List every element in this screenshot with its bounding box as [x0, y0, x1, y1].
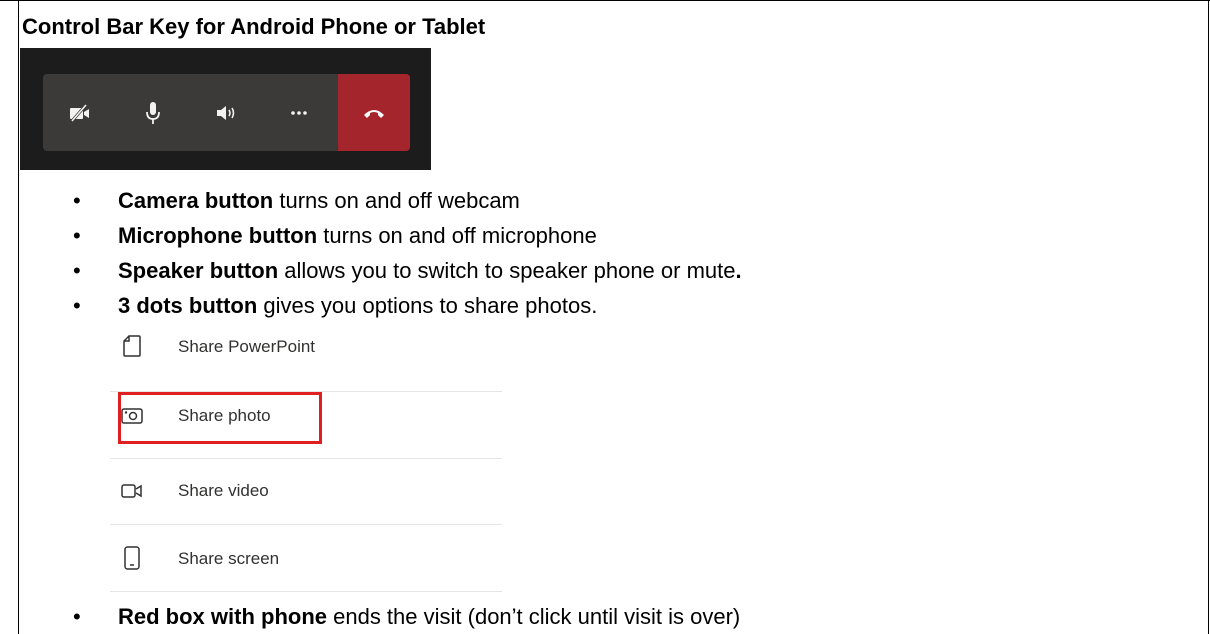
menu-item-share-screen[interactable]: Share screen [110, 527, 502, 587]
menu-divider [110, 524, 502, 525]
menu-item-share-video[interactable]: Share video [110, 461, 502, 521]
bullet-tail: . [735, 258, 742, 283]
share-menu-screenshot: Share PowerPoint Share photo Share video… [110, 328, 502, 620]
more-options-button[interactable] [262, 74, 335, 151]
phone-screen-icon [120, 546, 144, 570]
menu-item-label: Share video [178, 481, 269, 500]
more-dots-icon [290, 110, 307, 115]
list-item: • Camera button turns on and off webcam [73, 188, 520, 213]
bullet-text: turns on and off webcam [273, 188, 520, 213]
document-page: Control Bar Key for Android Phone or Tab… [0, 0, 1210, 634]
share-photo-highlight-box [118, 392, 322, 444]
bullet-bold: Camera button [118, 188, 274, 213]
bullet-dot: • [73, 258, 81, 283]
bullet-bold: Microphone button [118, 223, 318, 248]
menu-item-share-powerpoint[interactable]: Share PowerPoint [110, 328, 502, 388]
speaker-button[interactable] [189, 74, 262, 151]
bullet-dot: • [73, 223, 81, 248]
bullet-bold: Speaker button [118, 258, 279, 283]
hang-up-icon [364, 109, 384, 118]
document-icon [120, 334, 144, 358]
table-border-left [18, 0, 19, 634]
speaker-icon [216, 105, 234, 120]
end-call-button[interactable] [338, 74, 410, 151]
bullet-bold: 3 dots button [118, 293, 258, 318]
table-border-top [0, 0, 1210, 1]
bullet-text: gives you options to share photos. [257, 293, 598, 318]
page-title: Control Bar Key for Android Phone or Tab… [22, 14, 486, 39]
microphone-icon [145, 101, 160, 124]
menu-divider [110, 458, 502, 459]
microphone-button[interactable] [116, 74, 189, 151]
control-bar [43, 74, 410, 151]
camera-button[interactable] [43, 74, 116, 151]
bullet-dot: • [73, 604, 81, 629]
list-item: • Microphone button turns on and off mic… [73, 223, 597, 248]
video-icon [120, 479, 144, 503]
bullet-dot: • [73, 293, 81, 318]
menu-divider [110, 591, 502, 592]
bullet-dot: • [73, 188, 81, 213]
list-item: • Speaker button allows you to switch to… [73, 258, 742, 283]
bullet-text: allows you to switch to speaker phone or… [278, 258, 736, 283]
camera-off-icon [69, 103, 89, 122]
table-border-right [1208, 0, 1209, 634]
control-bar-screenshot [20, 48, 431, 170]
bullet-text: turns on and off microphone [317, 223, 597, 248]
menu-item-label: Share screen [178, 549, 280, 568]
list-item: • 3 dots button gives you options to sha… [73, 293, 598, 318]
menu-item-label: Share PowerPoint [178, 337, 316, 356]
